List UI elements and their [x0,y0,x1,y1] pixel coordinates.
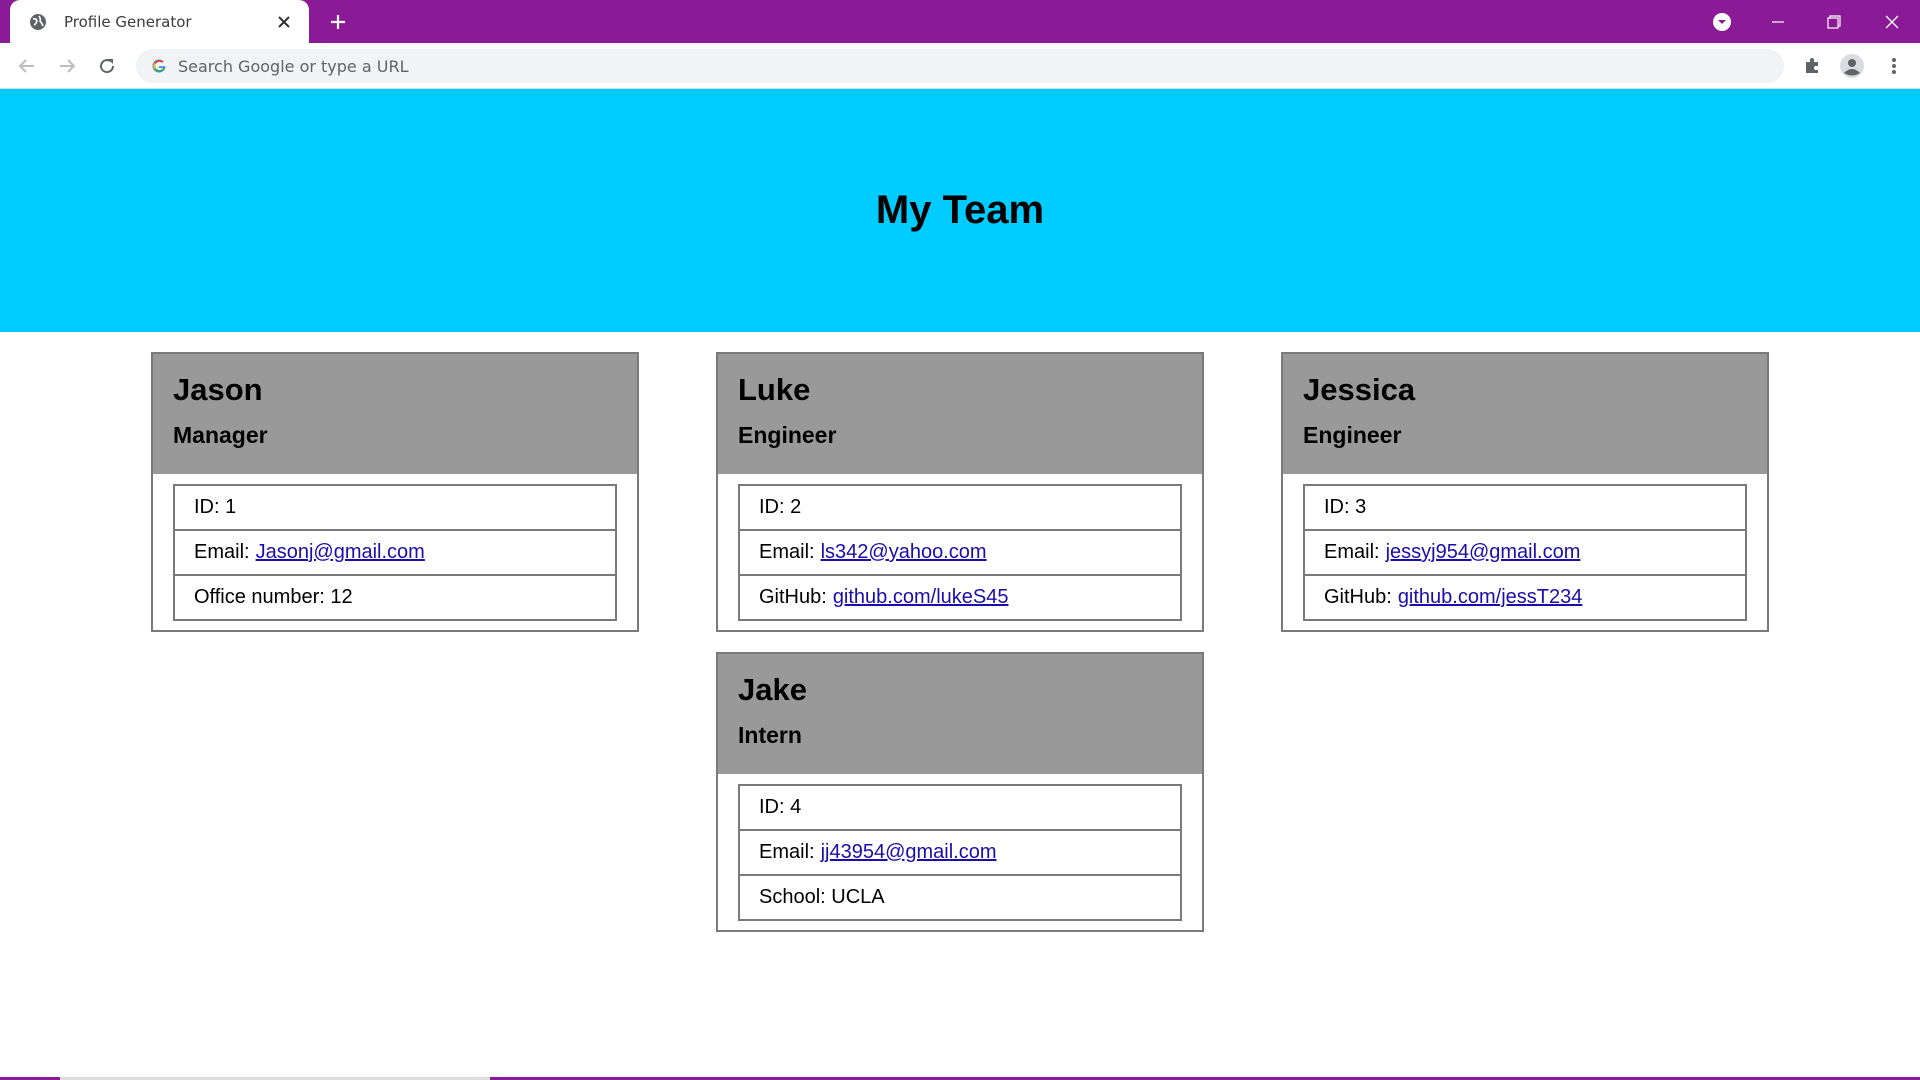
github-row: GitHub: github.com/lukeS45 [740,576,1180,619]
employee-name: Jake [738,672,807,707]
office-number: Office number: 12 [194,586,353,608]
email-row: Email: jessyj954@gmail.com [1305,531,1745,576]
github-label: GitHub: [759,586,827,608]
browser-toolbar [0,43,1920,89]
close-icon[interactable] [273,11,295,33]
page-content: My Team Jason Manager ID: 1 Email: Jasonj… [0,89,1920,1080]
card-details: ID: 3 Email: jessyj954@gmail.com GitHub: g… [1303,484,1747,621]
hero-banner: My Team [0,89,1920,332]
back-arrow-icon[interactable] [13,52,41,80]
school-row: School: UCLA [740,876,1180,919]
email-link[interactable]: Jasonj@gmail.com [256,541,425,564]
employee-name: Jessica [1303,372,1416,407]
tab-strip: Profile Generator [0,0,1920,43]
google-icon [150,57,168,75]
card-details: ID: 1 Email: Jasonj@gmail.com Office numb… [173,484,617,621]
card-header: Jake Intern [718,654,1202,774]
github-row: GitHub: github.com/jessT234 [1305,576,1745,619]
id-value: ID: 1 [194,496,237,518]
profile-icon[interactable] [1838,52,1866,80]
school-value: School: UCLA [759,886,885,908]
address-input[interactable] [178,56,1678,76]
browser-tab[interactable]: Profile Generator [10,0,309,43]
id-value: ID: 4 [759,796,802,818]
email-label: Email: [1324,541,1380,563]
employee-name: Luke [738,372,811,407]
forward-arrow-icon[interactable] [53,52,81,80]
kebab-menu-icon[interactable] [1880,52,1908,80]
close-window-icon[interactable] [1864,0,1920,43]
plus-icon[interactable] [324,10,352,34]
card-header: Luke Engineer [718,354,1202,474]
page-title: My Team [875,188,1045,232]
id-row: ID: 1 [175,486,615,531]
globe-icon [28,12,48,32]
card-header: Jessica Engineer [1283,354,1767,474]
id-value: ID: 2 [759,496,802,518]
id-row: ID: 3 [1305,486,1745,531]
tab-search-icon[interactable] [1694,0,1750,43]
email-row: Email: Jasonj@gmail.com [175,531,615,576]
card-details: ID: 2 Email: ls342@yahoo.com GitHub: githu… [738,484,1182,621]
email-label: Email: [194,541,250,563]
employee-card-jessica: Jessica Engineer ID: 3 Email: jessyj954@g… [1281,352,1769,632]
card-header: Jason Manager [153,354,637,474]
employee-name: Jason [173,372,263,407]
email-link[interactable]: ls342@yahoo.com [821,541,987,564]
employee-card-jason: Jason Manager ID: 1 Email: Jasonj@gmail.c… [151,352,639,632]
github-label: GitHub: [1324,586,1392,608]
github-link[interactable]: github.com/jessT234 [1398,586,1583,609]
tab-title: Profile Generator [64,12,192,31]
id-row: ID: 4 [740,786,1180,831]
email-row: Email: jj43954@gmail.com [740,831,1180,876]
card-details: ID: 4 Email: jj43954@gmail.com School: UC… [738,784,1182,921]
address-bar[interactable] [136,49,1784,83]
employee-role: Manager [173,422,268,448]
github-link[interactable]: github.com/lukeS45 [833,586,1009,609]
employee-card-jake: Jake Intern ID: 4 Email: jj43954@gmail.co… [716,652,1204,932]
id-value: ID: 3 [1324,496,1367,518]
id-row: ID: 2 [740,486,1180,531]
office-number-row: Office number: 12 [175,576,615,619]
employee-card-luke: Luke Engineer ID: 2 Email: ls342@yahoo.co… [716,352,1204,632]
employee-role: Intern [738,722,802,748]
email-link[interactable]: jj43954@gmail.com [821,841,997,864]
email-link[interactable]: jessyj954@gmail.com [1386,541,1581,564]
email-label: Email: [759,841,815,863]
restore-icon[interactable] [1806,0,1862,43]
employee-role: Engineer [1303,422,1402,448]
minimize-icon[interactable] [1750,0,1806,43]
employee-role: Engineer [738,422,837,448]
email-row: Email: ls342@yahoo.com [740,531,1180,576]
reload-icon[interactable] [93,52,121,80]
puzzle-icon[interactable] [1798,52,1826,80]
email-label: Email: [759,541,815,563]
